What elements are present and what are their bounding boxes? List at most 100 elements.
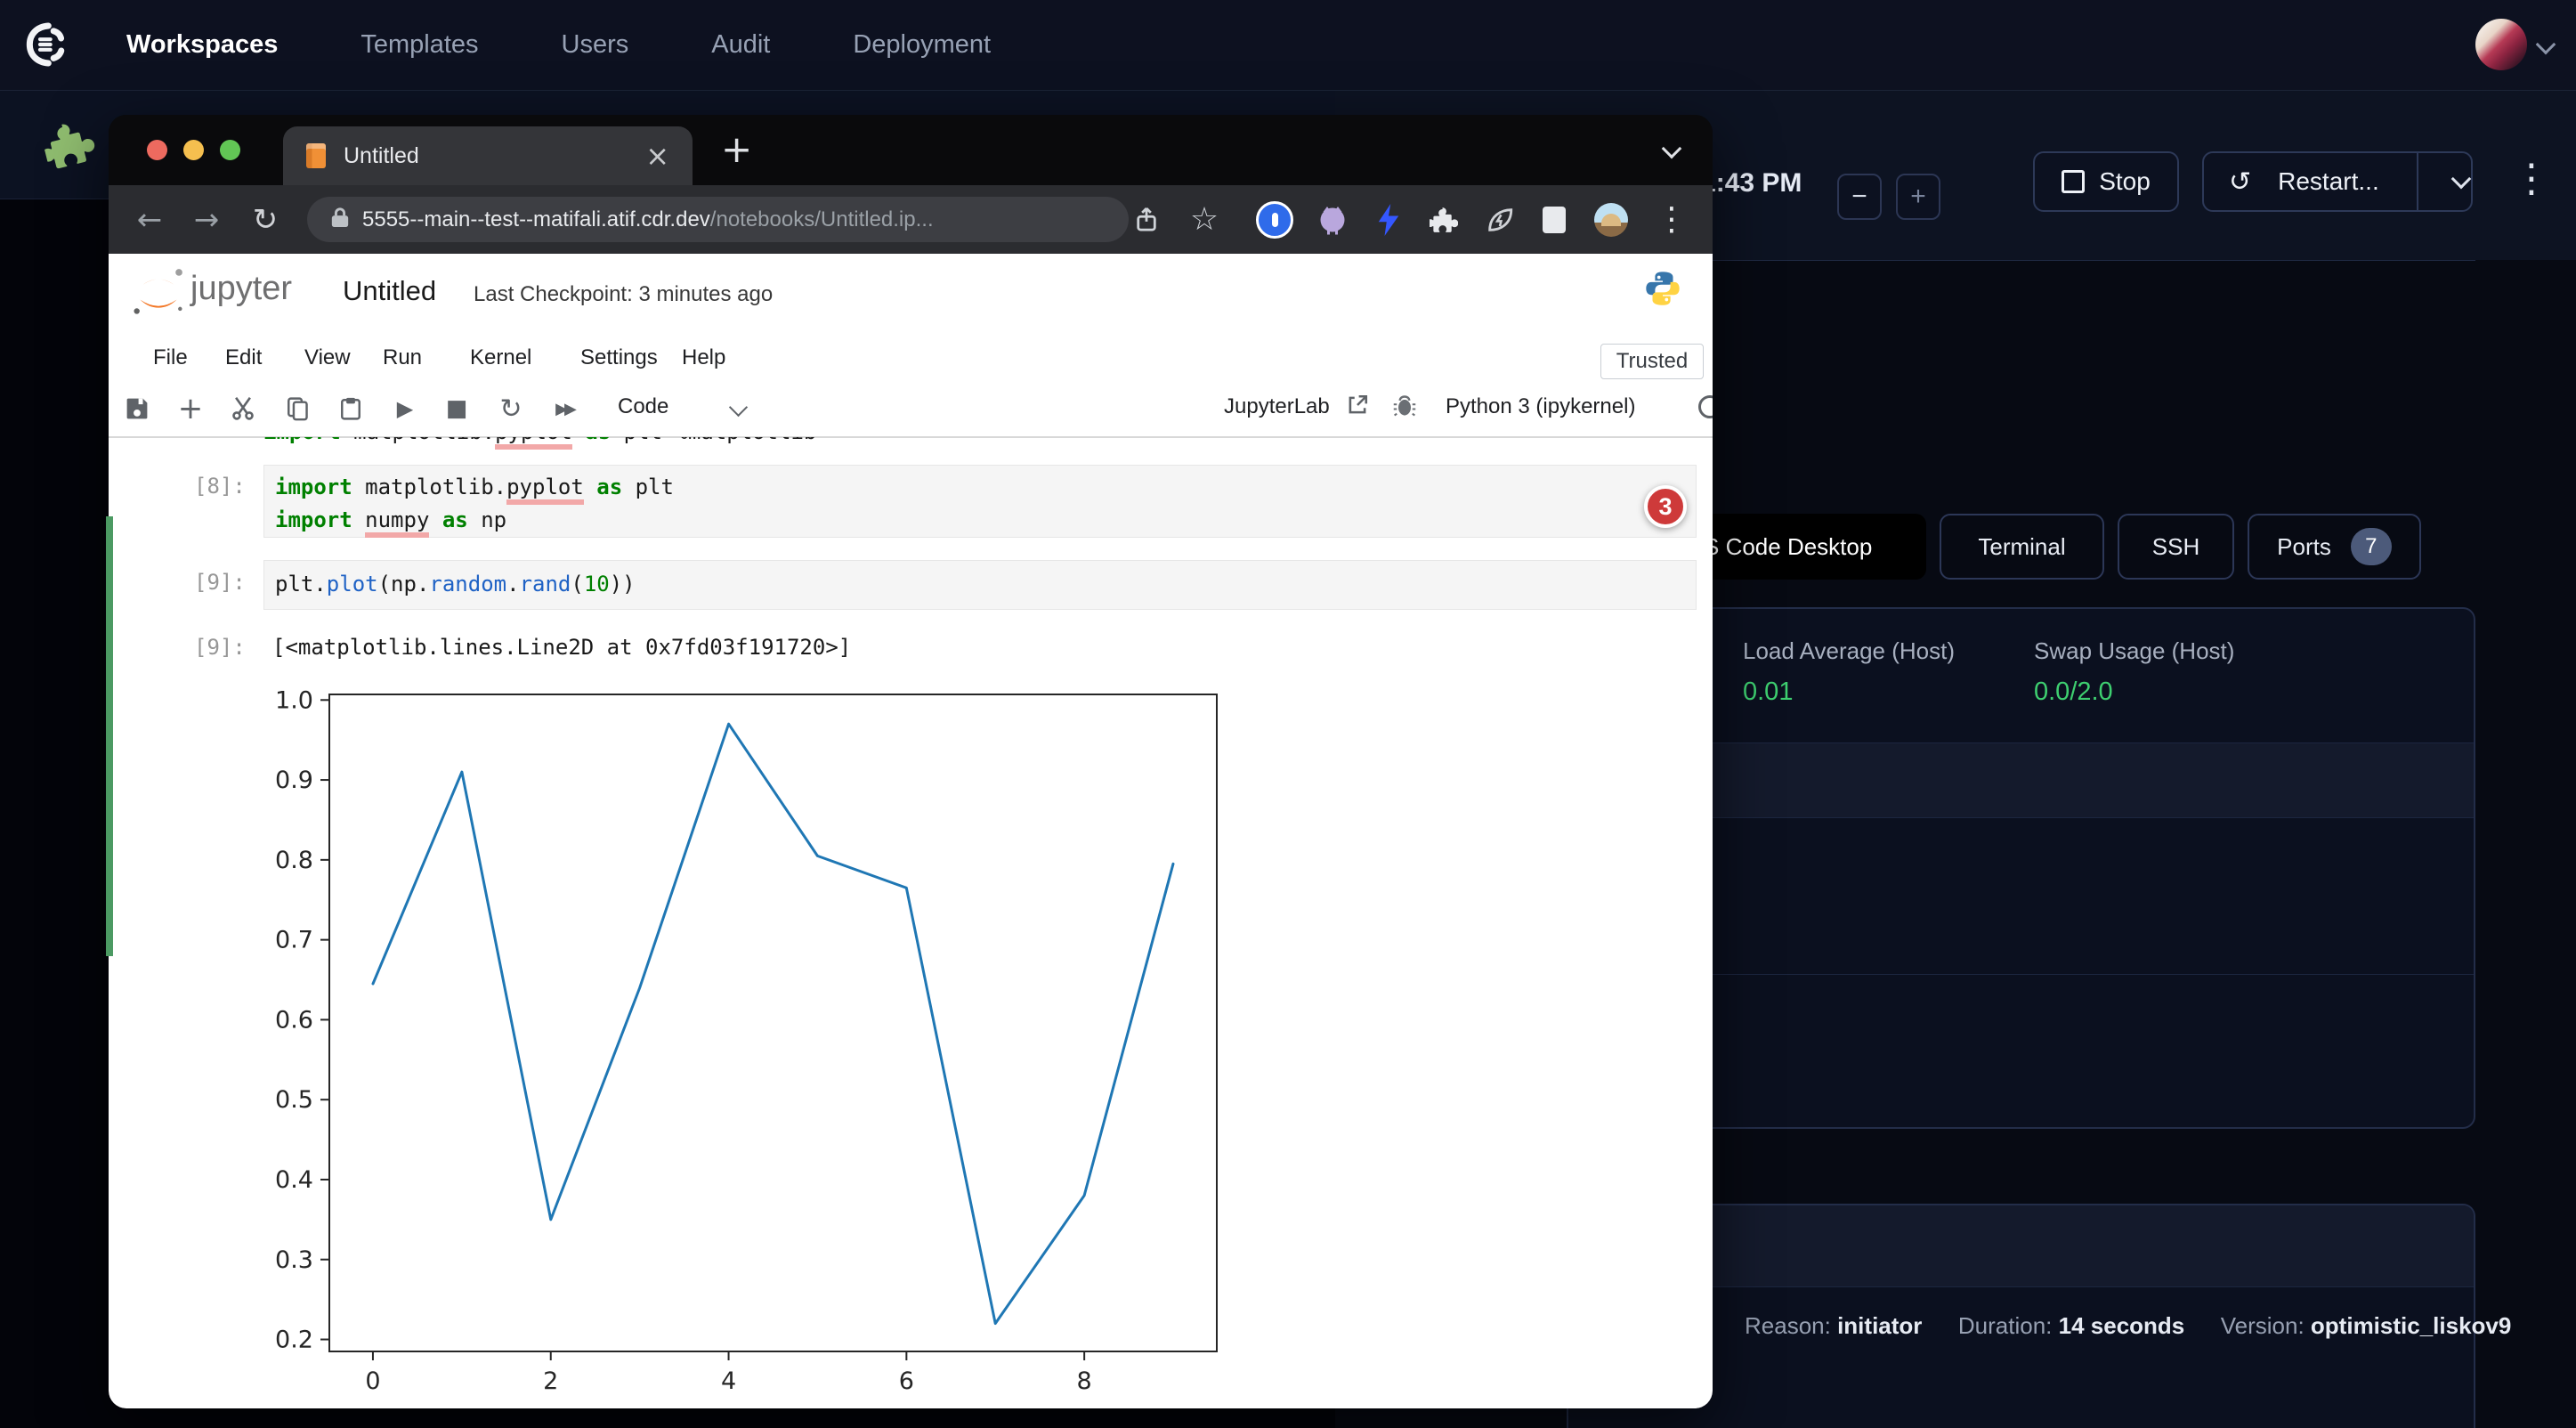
tab-title: Untitled [344,143,419,169]
version-value[interactable]: optimistic_liskov9 [2311,1312,2511,1339]
tab-terminal[interactable]: Terminal [1940,514,2104,580]
run-cell-icon[interactable]: ▶ [385,383,425,434]
jupyter-header: jupyter Untitled Last Checkpoint: 3 minu… [109,254,1713,338]
kebab-menu-icon[interactable]: ⋮ [2512,156,2551,201]
python-logo [1642,268,1683,313]
menu-kernel[interactable]: Kernel [470,345,531,370]
browser-profile-avatar[interactable] [1586,185,1636,254]
nav-item-deployment[interactable]: Deployment [853,30,991,60]
nav-item-workspaces[interactable]: Workspaces [126,30,278,60]
paste-cell-icon[interactable] [331,383,370,434]
back-icon[interactable]: ← [125,185,174,254]
nav-item-audit[interactable]: Audit [711,30,770,60]
menu-settings[interactable]: Settings [580,345,658,370]
cut-cell-icon[interactable] [223,383,263,434]
collaborator-count-badge[interactable]: 3 [1644,485,1687,528]
tab-ports[interactable]: Ports 7 [2248,514,2421,580]
restart-kernel-icon[interactable]: ↻ [491,383,531,434]
onepassword-extension-icon[interactable] [1250,185,1300,254]
save-icon[interactable] [117,383,157,434]
code-cell-8[interactable]: import matplotlib.pyplot as plt import n… [263,465,1697,538]
window-edge-accent [106,516,113,956]
svg-text:1.0: 1.0 [275,686,313,714]
menu-view[interactable]: View [304,345,351,370]
code-line: plt.plot(np.random.rand(10)) [275,568,1685,601]
menu-file[interactable]: File [153,345,188,370]
increase-time-button[interactable]: + [1896,174,1940,220]
extensions-puzzle-icon[interactable] [1419,185,1469,254]
add-cell-icon[interactable]: + [171,383,210,434]
kernel-name[interactable]: Python 3 (ipykernel) [1446,394,1635,419]
cell-type-chevron-icon [729,398,748,417]
restart-run-all-icon[interactable]: ▶▶ [545,383,584,434]
share-icon[interactable] [1122,185,1171,254]
stat-label: Load Average (Host) [1743,637,1955,665]
cell-type-select[interactable]: Code [618,394,668,419]
debugger-bug-icon[interactable] [1392,394,1417,423]
svg-text:8: 8 [1077,1367,1092,1395]
nav-item-templates[interactable]: Templates [360,30,478,60]
svg-text:0.8: 0.8 [275,847,313,874]
restart-button[interactable]: ↺ Restart... [2202,151,2473,212]
svg-text:0.5: 0.5 [275,1086,313,1114]
chevron-down-icon[interactable] [2536,35,2556,55]
copy-cell-icon[interactable] [278,383,317,434]
kernel-status-icon [1698,395,1713,418]
top-nav: Workspaces Templates Users Audit Deploym… [0,0,2576,91]
user-avatar[interactable] [2475,19,2527,70]
lightning-extension-icon[interactable] [1364,185,1414,254]
jupyter-toolbar: + ▶ ■ ↻ ▶▶ Code JupyterLab [109,383,1713,438]
stat-swap-usage: Swap Usage (Host) 0.0/2.0 [2034,637,2234,707]
forward-icon[interactable]: → [182,185,231,254]
menu-edit[interactable]: Edit [225,345,262,370]
code-line: import numpy as np [275,504,1685,537]
restart-options-chevron-icon[interactable] [2450,169,2471,190]
svg-text:0.6: 0.6 [275,1006,313,1034]
notebook-favicon [306,143,326,168]
input-prompt: [8]: [194,474,246,499]
notebook-title[interactable]: Untitled [343,275,436,307]
tab-search-chevron-icon[interactable] [1662,139,1682,159]
svg-text:0: 0 [365,1367,380,1395]
close-tab-icon[interactable]: × [645,139,669,173]
stop-button[interactable]: Stop [2033,151,2179,212]
energy-saver-leaf-icon[interactable] [1475,185,1525,254]
address-bar[interactable]: 5555--main--test--matifali.atif.cdr.dev/… [307,197,1129,242]
nav-item-users[interactable]: Users [562,30,629,60]
menu-help[interactable]: Help [682,345,725,370]
trusted-button[interactable]: Trusted [1600,344,1704,379]
close-window-button[interactable] [147,140,167,160]
decrease-time-button[interactable]: − [1837,174,1882,220]
stat-label: Swap Usage (Host) [2034,637,2234,665]
jupyterlab-link[interactable]: JupyterLab [1224,394,1330,419]
interrupt-kernel-icon[interactable]: ■ [437,383,476,434]
side-panel-icon[interactable] [1529,185,1579,254]
tab-ssh[interactable]: SSH [2118,514,2234,580]
external-link-icon[interactable] [1346,394,1369,421]
jupyter-notebook: jupyter Untitled Last Checkpoint: 3 minu… [109,254,1713,1408]
divider [2417,153,2418,210]
duration-value: 14 seconds [2059,1312,2185,1339]
lock-icon [330,206,350,233]
bookmark-star-icon[interactable]: ☆ [1179,185,1229,254]
duration-label: Duration: [1958,1312,2053,1339]
stat-value: 0.01 [1743,677,1955,707]
coder-logo[interactable] [21,20,71,74]
input-prompt: [9]: [194,570,246,595]
browser-tab[interactable]: Untitled × [283,126,693,185]
build-meta: Reason: initiator Duration: 14 seconds V… [1745,1312,2511,1340]
maximize-window-button[interactable] [220,140,240,160]
new-tab-button[interactable]: + [721,127,752,171]
reason-label: Reason: [1745,1312,1831,1339]
svg-text:0.7: 0.7 [275,927,313,954]
version-label: Version: [2221,1312,2305,1339]
menu-run[interactable]: Run [383,345,422,370]
stat-value: 0.0/2.0 [2034,677,2234,707]
browser-toolbar: ← → ↻ 5555--main--test--matifali.atif.cd… [109,185,1713,254]
minimize-window-button[interactable] [183,140,204,160]
code-cell-9[interactable]: plt.plot(np.random.rand(10)) [263,560,1697,610]
browser-menu-kebab-icon[interactable]: ⋮ [1647,185,1697,254]
github-extension-icon[interactable] [1308,185,1357,254]
reload-icon[interactable]: ↻ [240,185,290,254]
url-path: /notebooks/Untitled.ip... [710,207,934,232]
